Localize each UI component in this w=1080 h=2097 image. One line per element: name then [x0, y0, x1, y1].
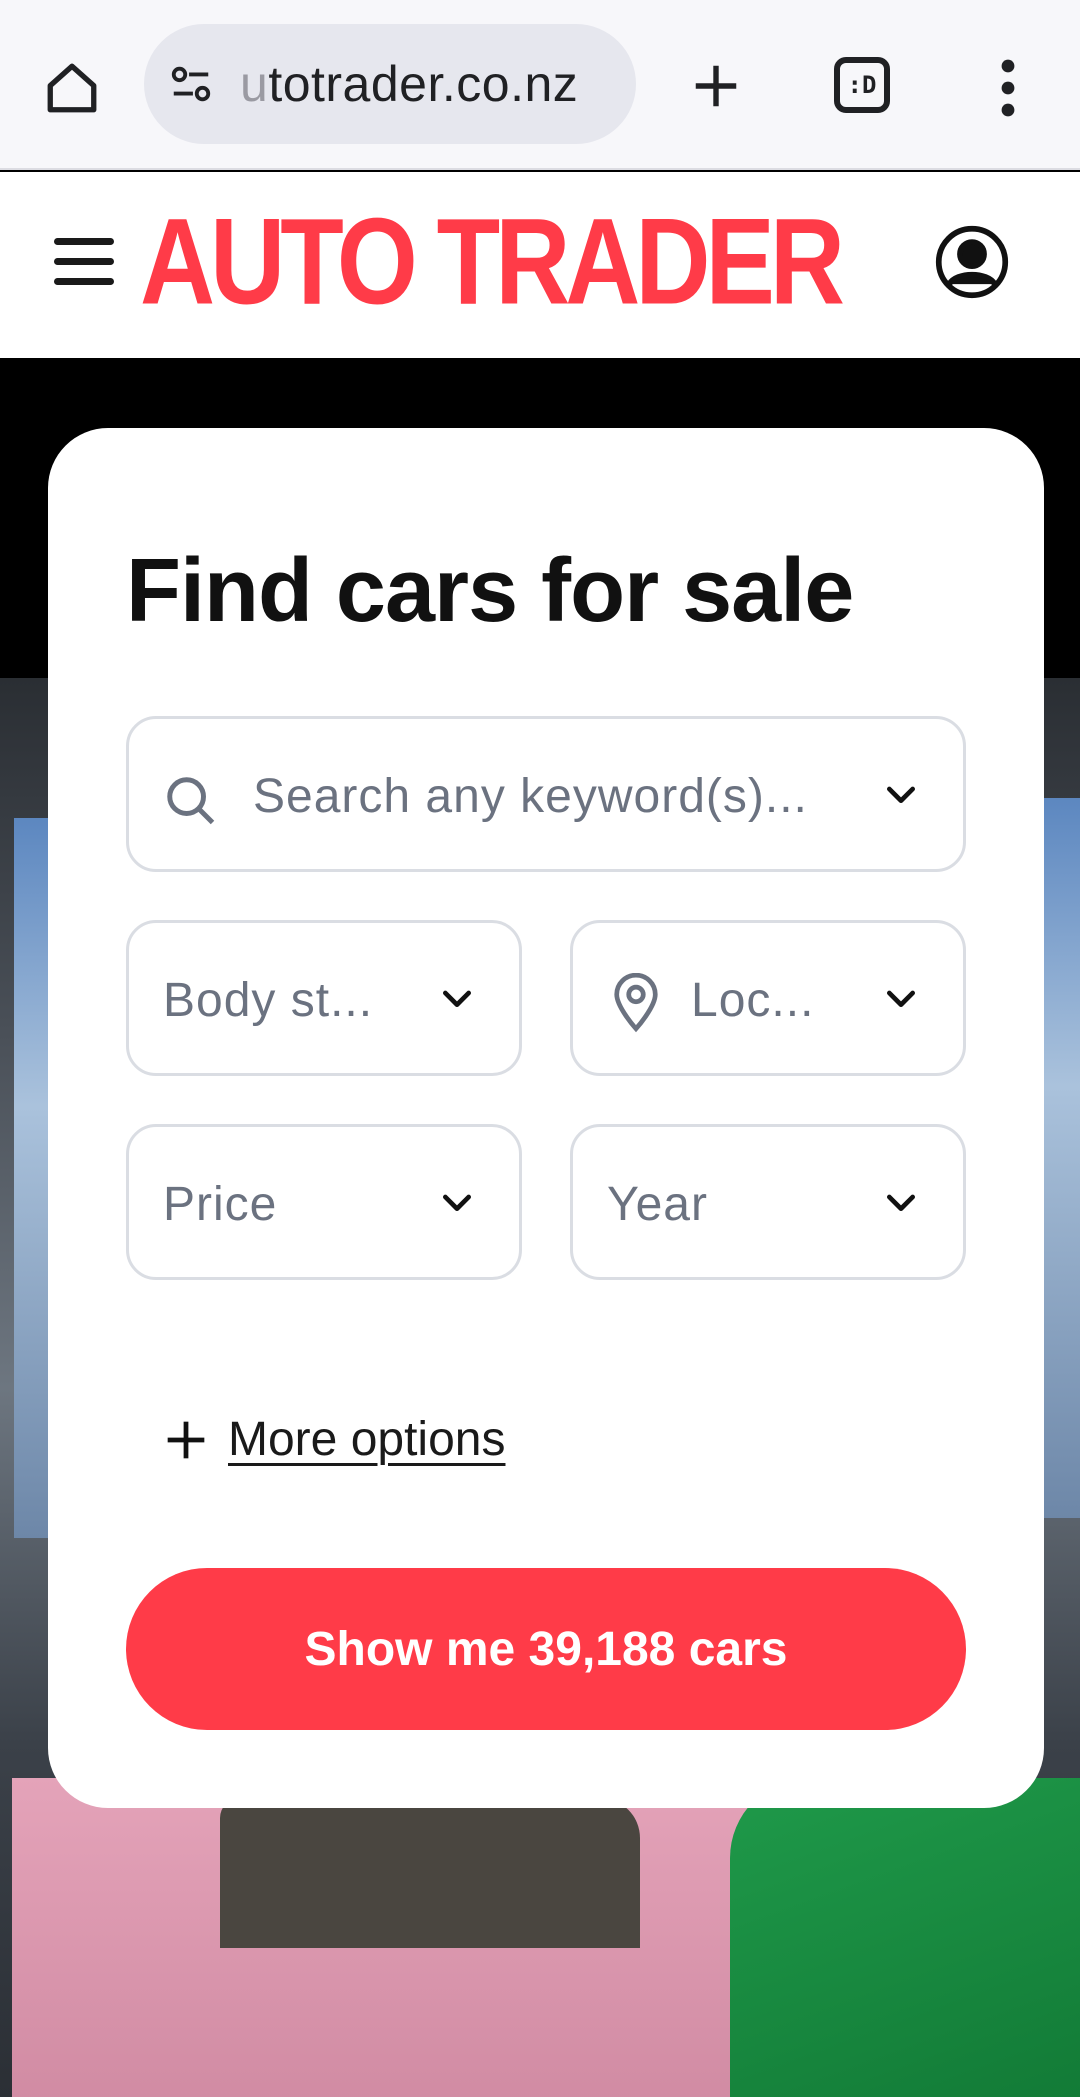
body-style-select[interactable]: Body st...	[126, 920, 522, 1076]
plus-icon	[167, 1421, 205, 1458]
browser-toolbar: utotrader.co.nz :D	[0, 0, 1080, 170]
autotrader-logo[interactable]: AUTO TRADER	[140, 191, 845, 333]
hero-person-green-jacket	[730, 1778, 1080, 2097]
site-settings-icon[interactable]	[166, 59, 216, 109]
hamburger-menu-icon[interactable]	[54, 238, 114, 288]
site-header: AUTO TRADER	[0, 172, 1080, 358]
new-tab-icon[interactable]	[680, 50, 752, 122]
address-bar[interactable]: utotrader.co.nz	[144, 24, 636, 144]
map-pin-icon	[614, 973, 658, 1033]
url-faded-prefix: u	[240, 56, 269, 112]
chevron-down-icon	[887, 990, 915, 1007]
search-card: Find cars for sale Search any keyword(s)…	[48, 428, 1044, 1808]
tab-switcher-button[interactable]: :D	[834, 57, 890, 113]
chevron-down-icon	[443, 990, 471, 1007]
location-select[interactable]: Loc...	[570, 920, 966, 1076]
more-options-label: More options	[228, 1413, 506, 1466]
page-title: Find cars for sale	[126, 541, 854, 641]
chevron-down-icon	[887, 1194, 915, 1211]
hero-car-window	[220, 1798, 640, 1948]
account-icon[interactable]	[934, 224, 1010, 300]
more-options-link[interactable]: More options	[164, 1412, 505, 1467]
body-style-label: Body st...	[163, 974, 374, 1027]
chevron-down-icon	[887, 786, 915, 803]
url-domain: totrader.co.nz	[268, 56, 579, 112]
search-icon	[167, 777, 215, 825]
keyword-search-placeholder: Search any keyword(s)...	[253, 770, 808, 823]
more-vert-icon[interactable]	[982, 52, 1034, 124]
location-label: Loc...	[691, 974, 815, 1027]
keyword-search-field[interactable]: Search any keyword(s)...	[126, 716, 966, 872]
url-text: utotrader.co.nz	[240, 55, 610, 113]
price-select[interactable]: Price	[126, 1124, 522, 1280]
price-label: Price	[163, 1178, 278, 1231]
year-label: Year	[607, 1178, 708, 1231]
home-icon[interactable]	[36, 52, 108, 124]
year-select[interactable]: Year	[570, 1124, 966, 1280]
hero-window-right	[1044, 798, 1080, 1518]
show-cars-button[interactable]: Show me 39,188 cars	[126, 1568, 966, 1730]
chevron-down-icon	[443, 1194, 471, 1211]
